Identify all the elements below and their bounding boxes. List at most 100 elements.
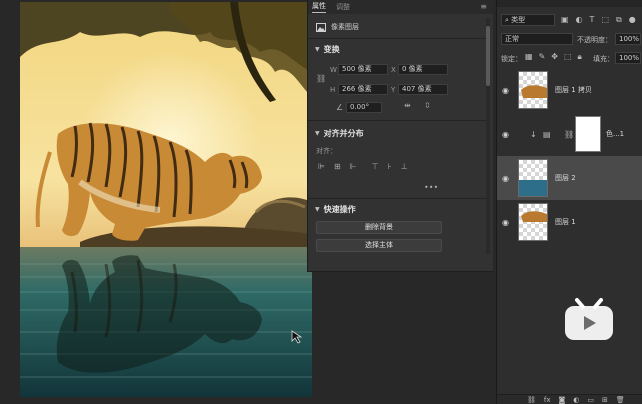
layer-thumbnail [518, 159, 548, 197]
tab-adjustments[interactable]: 调整 [336, 2, 350, 12]
layer-row[interactable]: ◉ 图层 1 拷贝 [497, 68, 642, 112]
bilibili-logo-icon [565, 298, 613, 340]
layer-name[interactable]: 图层 2 [555, 173, 576, 183]
opacity-label: 不透明度： [577, 36, 612, 44]
quick-actions-title: 快速操作 [323, 205, 356, 214]
layer-row[interactable]: ◉ ↓ ▤ ⛓ 色...1 [497, 112, 642, 156]
pixel-layer-icon [316, 22, 326, 32]
tiger-artwork-image [20, 2, 312, 397]
layer-thumbnail-art [521, 85, 547, 98]
layer-name[interactable]: 色...1 [606, 129, 624, 139]
layer-kind-label: 像素图层 [331, 23, 359, 31]
lock-label: 锁定： [501, 55, 522, 63]
align-right-icon[interactable]: ⊩ [350, 162, 357, 171]
align-left-icon[interactable]: ⊫ [318, 162, 325, 171]
lock-artboard-icon[interactable]: ⬚ [564, 52, 572, 62]
clipping-arrow-icon: ↓ [530, 129, 537, 139]
delete-layer-icon[interactable]: 🗑︎ [616, 396, 625, 404]
mask-link-icon: ⛓ [564, 129, 575, 139]
flip-vertical-icon[interactable]: ⇳ [424, 101, 431, 110]
transform-title: 变换 [323, 45, 340, 54]
layer-thumbnail [518, 71, 548, 109]
select-subject-button[interactable]: 选择主体 [316, 239, 442, 252]
lock-pixels-icon[interactable]: ✎ [539, 52, 546, 62]
remove-background-button[interactable]: 删除背景 [316, 221, 442, 234]
y-position-field[interactable]: 407 像素 [398, 84, 448, 95]
fx-icon[interactable]: fx [544, 396, 551, 404]
chevron-down-icon: ▼ [315, 130, 320, 137]
x-position-field[interactable]: 0 像素 [398, 64, 448, 75]
layer-name[interactable]: 图层 1 [555, 217, 576, 227]
new-group-icon[interactable]: ▭ [587, 396, 594, 404]
new-adjustment-icon[interactable]: ◐ [573, 396, 579, 404]
visibility-eye-icon[interactable]: ◉ [502, 130, 509, 139]
link-layers-icon[interactable]: ⛓ [527, 396, 536, 404]
layers-panel: ⌕ 类型 ▣ ◐ T ⬚ ⧉ ● 正常 不透明度： 100% 锁定： ▦ ✎ ✥… [496, 0, 642, 404]
layer-thumbnail-art [521, 211, 547, 222]
height-label: H [330, 86, 336, 94]
lock-icons: ▦ ✎ ✥ ⬚ 🔒︎ [525, 52, 582, 62]
align-bottom-icon[interactable]: ⊥ [401, 162, 408, 171]
layer-name[interactable]: 图层 1 拷贝 [555, 85, 592, 95]
tab-properties[interactable]: 属性 [312, 1, 326, 13]
filter-kind-select[interactable]: ⌕ 类型 [501, 14, 555, 26]
properties-scrollbar[interactable] [486, 18, 490, 254]
new-layer-icon[interactable]: ⊞ [602, 396, 608, 404]
properties-panel: 属性 调整 ≡ 像素图层 ▼ 变换 ⛓ W 500 像素 X 0 像素 H 26… [307, 0, 493, 272]
visibility-eye-icon[interactable]: ◉ [502, 86, 509, 95]
move-cursor-icon [291, 330, 303, 344]
image-filter-icon[interactable]: ▣ [561, 15, 569, 25]
layers-actions: ⛓ fx ◙ ◐ ▭ ⊞ 🗑︎ [527, 396, 625, 404]
width-field[interactable]: 500 像素 [338, 64, 388, 75]
adjustment-filter-icon[interactable]: ◐ [576, 15, 583, 25]
add-mask-icon[interactable]: ◙ [559, 396, 566, 404]
lock-position-icon[interactable]: ✥ [551, 52, 558, 62]
chevron-down-icon: ▼ [315, 206, 320, 213]
adjustment-layer-icon: ▤ [543, 129, 551, 139]
filter-kind-value: 类型 [511, 16, 526, 24]
lock-all-icon[interactable]: 🔒︎ [578, 52, 582, 62]
layer-row[interactable]: ◉ 图层 1 [497, 200, 642, 244]
align-buttons: ⊫ ⊞ ⊩ ⊤ ⊦ ⊥ [318, 162, 408, 171]
visibility-eye-icon[interactable]: ◉ [502, 218, 509, 227]
tiger-artwork[interactable] [20, 2, 312, 397]
panel-menu-icon[interactable]: ≡ [480, 2, 487, 11]
align-middle-v-icon[interactable]: ⊦ [388, 162, 392, 171]
link-dimensions-icon[interactable]: ⛓ [316, 74, 326, 83]
layer-thumbnail [518, 203, 548, 241]
align-center-h-icon[interactable]: ⊞ [334, 162, 341, 171]
lock-transparent-icon[interactable]: ▦ [525, 52, 533, 62]
angle-field[interactable]: 0.00° [346, 102, 382, 113]
fill-label: 填充： [593, 55, 614, 63]
x-label: X [391, 66, 396, 74]
more-options-icon[interactable]: ••• [424, 183, 438, 192]
divider [308, 38, 488, 39]
layer-mask-thumbnail[interactable] [575, 116, 601, 152]
type-filter-icon[interactable]: T [590, 15, 595, 25]
layer-filter-icons: ▣ ◐ T ⬚ ⧉ ● [561, 15, 636, 25]
divider [308, 120, 488, 121]
align-sub-label: 对齐： [316, 147, 337, 155]
height-field[interactable]: 266 像素 [338, 84, 388, 95]
flip-horizontal-icon[interactable]: ⇹ [404, 101, 411, 110]
layers-tabs [497, 0, 642, 7]
align-title: 对齐并分布 [323, 129, 364, 138]
transform-section-header[interactable]: ▼ 变换 [315, 44, 340, 55]
chevron-down-icon: ▼ [315, 46, 320, 53]
align-top-icon[interactable]: ⊤ [372, 162, 379, 171]
layer-row-selected[interactable]: ◉ 图层 2 [497, 156, 642, 200]
width-label: W [330, 66, 337, 74]
opacity-field[interactable]: 100% [615, 33, 641, 45]
blend-mode-select[interactable]: 正常 [501, 33, 573, 45]
visibility-eye-icon[interactable]: ◉ [502, 174, 509, 183]
smart-object-filter-icon[interactable]: ⧉ [616, 15, 622, 25]
fill-field[interactable]: 100% [615, 52, 641, 64]
quick-actions-section-header[interactable]: ▼ 快速操作 [315, 204, 356, 215]
shape-filter-icon[interactable]: ⬚ [601, 15, 609, 25]
layer-kind-row: 像素图层 [316, 22, 359, 32]
layer-thumbnail-art [519, 180, 547, 196]
align-section-header[interactable]: ▼ 对齐并分布 [315, 128, 364, 139]
angle-icon: ∠ [336, 103, 344, 112]
filter-toggle-icon[interactable]: ● [629, 15, 636, 25]
layers-bottom-toolbar: ⛓ fx ◙ ◐ ▭ ⊞ 🗑︎ [497, 394, 642, 404]
